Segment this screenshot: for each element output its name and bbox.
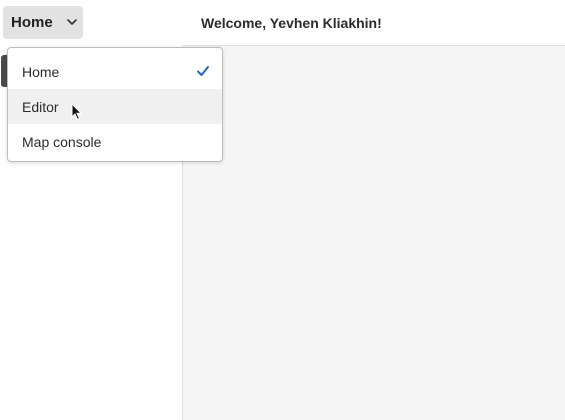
app-switcher-label: Home <box>11 14 53 31</box>
welcome-message: Welcome, Yevhen Kliakhin! <box>201 15 382 31</box>
menu-item-label: Home <box>22 63 60 80</box>
chevron-down-icon <box>67 19 77 25</box>
app-switcher-menu: Home Editor Map console <box>7 47 223 162</box>
menu-item-home[interactable]: Home <box>8 54 222 89</box>
top-bar: Welcome, Yevhen Kliakhin! <box>183 0 565 46</box>
menu-item-map-console[interactable]: Map console <box>8 124 222 159</box>
menu-item-label: Editor <box>22 98 59 115</box>
checkmark-icon <box>197 66 209 76</box>
app-switcher-button[interactable]: Home <box>3 6 83 39</box>
menu-item-label: Map console <box>22 133 102 150</box>
menu-item-editor[interactable]: Editor <box>8 89 222 124</box>
